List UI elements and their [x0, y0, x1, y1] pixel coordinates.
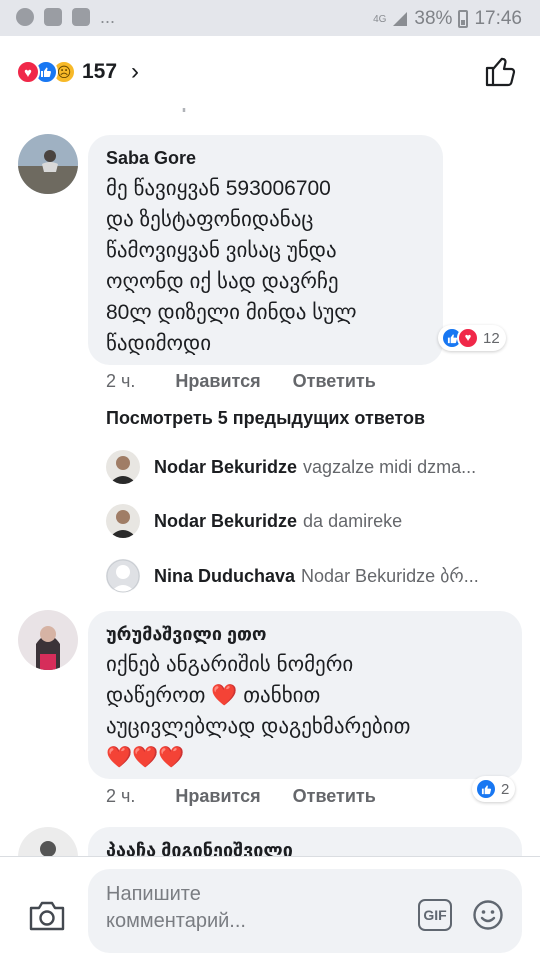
avatar[interactable]	[106, 450, 140, 484]
chat-icon	[72, 8, 90, 26]
love-reaction-icon: ♥	[16, 60, 40, 84]
facebook-icon	[44, 8, 62, 26]
reply-link[interactable]: Ответить	[293, 371, 376, 392]
comment-author[interactable]: პააჩა მიგინეიშვილი	[106, 839, 504, 857]
comment-reactions[interactable]: ♥ 12	[438, 325, 506, 351]
reactions-summary[interactable]: ♥ ☹ 157 ›	[16, 58, 139, 86]
like-link[interactable]: Нравится	[175, 786, 260, 807]
comment-composer: GIF	[0, 856, 540, 960]
status-bar: ... 4G 38% 17:46	[0, 0, 540, 36]
reply-author[interactable]: Nodar Bekuridze	[154, 457, 297, 478]
like-link[interactable]: Нравится	[175, 371, 260, 392]
reply-snippet: da damireke	[303, 510, 403, 531]
battery-percent: 38%	[414, 8, 453, 29]
reply-preview[interactable]: Nodar Bekuridze vagzalze midi dzma...	[106, 447, 526, 487]
gif-button[interactable]: GIF	[418, 899, 452, 931]
comment-text: იქნებ ანგარიშის ნომერი დაწეროთ ❤️ თანხით…	[106, 653, 411, 769]
love-reaction-icon: ♥	[457, 327, 479, 349]
notification-icons: ...	[16, 8, 115, 26]
messenger-icon	[16, 8, 34, 26]
reaction-count: 157	[82, 60, 118, 83]
comment-author[interactable]: ურუმაშვილი ეთო	[106, 623, 504, 645]
camera-icon[interactable]	[28, 899, 66, 933]
reply-preview[interactable]: Nodar Bekuridze da damireke	[106, 501, 526, 541]
avatar[interactable]	[106, 559, 140, 593]
avatar[interactable]	[18, 134, 78, 194]
comments-list[interactable]: Saba Gore მე წავიყვან 593006700 და ზესტა…	[0, 84, 540, 857]
view-previous-replies-link[interactable]: Посмотреть 5 предыдущих ответов	[106, 408, 425, 429]
comment-bubble[interactable]: Saba Gore მე წავიყვან 593006700 და ზესტა…	[88, 135, 443, 365]
battery-icon	[458, 10, 469, 28]
comment-text: მე წავიყვან 593006700 და ზესტაფონიდანაც …	[106, 177, 357, 355]
signal-icon	[393, 12, 408, 26]
reply-snippet: vagzalze midi dzma...	[303, 456, 477, 477]
comment-input-box[interactable]: GIF	[88, 869, 522, 953]
network-type: 4G	[373, 13, 387, 25]
reply-link[interactable]: Ответить	[293, 786, 376, 807]
reaction-count: 12	[483, 329, 500, 347]
notification-overflow: ...	[100, 7, 116, 27]
comment-actions: 2 ч. Нравится Ответить	[106, 371, 408, 392]
chevron-right-icon: ›	[131, 58, 140, 85]
comment-actions: 2 ч. Нравится Ответить	[106, 786, 408, 807]
smiley-icon[interactable]	[472, 899, 504, 931]
reply-author[interactable]: Nodar Bekuridze	[154, 511, 297, 532]
avatar[interactable]	[106, 504, 140, 538]
reactions-header: ♥ ☹ 157 ›	[0, 36, 540, 108]
reply-preview[interactable]: Nina Duduchava Nodar Bekuridze ბრ...	[106, 556, 526, 596]
comment-time: 2 ч.	[106, 371, 136, 391]
system-status: 4G 38% 17:46	[373, 8, 522, 30]
clock: 17:46	[474, 8, 522, 29]
reaction-count: 2	[501, 780, 510, 798]
avatar[interactable]	[18, 827, 78, 857]
reply-snippet: Nodar Bekuridze ბრ...	[301, 565, 479, 586]
thumbs-up-outline-icon[interactable]	[484, 54, 518, 88]
comment-bubble[interactable]: ურუმაშვილი ეთო იქნებ ანგარიშის ნომერი და…	[88, 611, 522, 779]
comment-bubble[interactable]: პააჩა მიგინეიშვილი	[88, 827, 522, 857]
avatar[interactable]	[18, 610, 78, 670]
comment-input[interactable]	[106, 881, 406, 941]
like-reaction-icon	[475, 778, 497, 800]
comment-author[interactable]: Saba Gore	[106, 147, 425, 169]
reply-author[interactable]: Nina Duduchava	[154, 566, 295, 587]
comment-time: 2 ч.	[106, 786, 136, 806]
comment-reactions[interactable]: 2	[472, 776, 516, 802]
